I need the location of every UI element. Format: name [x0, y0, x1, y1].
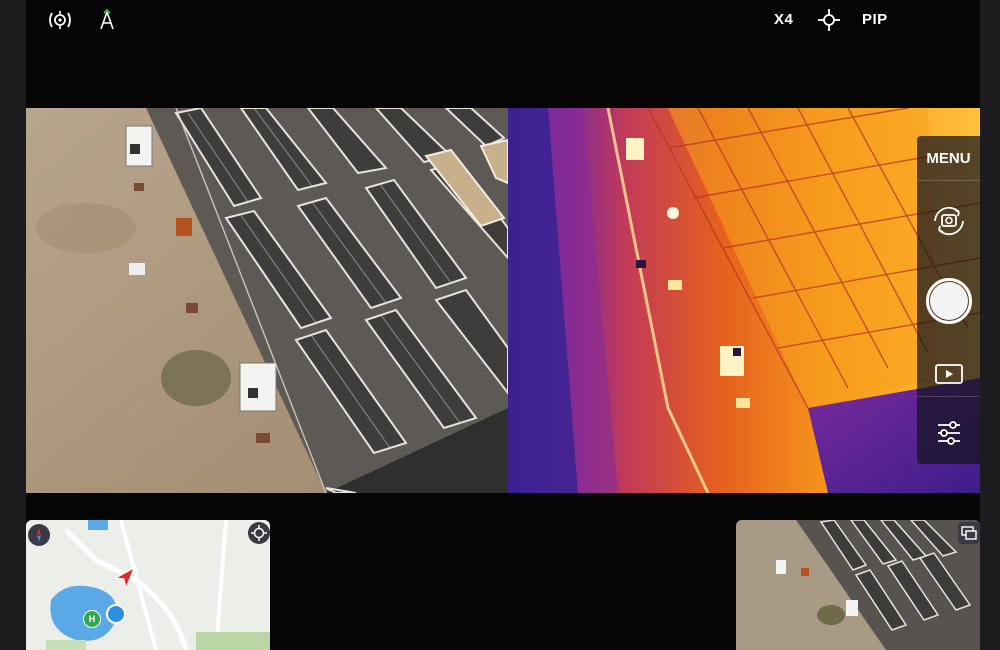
crosshair-icon[interactable]: [816, 8, 842, 32]
rgb-camera-feed[interactable]: [26, 108, 508, 493]
camera-control-panel: MENU: [917, 136, 980, 464]
pip-preview-feed[interactable]: [736, 520, 980, 650]
antenna-signal-icon: [96, 8, 118, 32]
menu-button[interactable]: MENU: [917, 136, 980, 181]
shutter-ring: [925, 278, 972, 324]
shutter-button[interactable]: [917, 272, 980, 330]
mini-map[interactable]: H: [26, 520, 270, 650]
playback-icon[interactable]: [917, 352, 980, 397]
switch-camera-icon[interactable]: [917, 196, 980, 246]
home-point-marker: H: [83, 610, 101, 628]
gimbal-target-icon[interactable]: [46, 8, 74, 32]
camera-main-view[interactable]: [26, 108, 980, 493]
app-screen: X4 PIP MENU H: [26, 0, 980, 650]
top-bar: X4 PIP: [26, 0, 980, 42]
settings-sliders-icon[interactable]: [917, 408, 980, 458]
locate-icon[interactable]: [248, 522, 270, 544]
display-toggle-icon[interactable]: [958, 522, 980, 544]
pip-toggle-label[interactable]: PIP: [862, 11, 888, 28]
zoom-level-label[interactable]: X4: [774, 11, 793, 28]
aircraft-arrow-icon: [112, 566, 136, 590]
user-location-dot: [106, 604, 126, 624]
shutter-core: [929, 282, 968, 320]
thermal-camera-feed[interactable]: [508, 108, 980, 493]
compass-icon[interactable]: [28, 524, 50, 546]
